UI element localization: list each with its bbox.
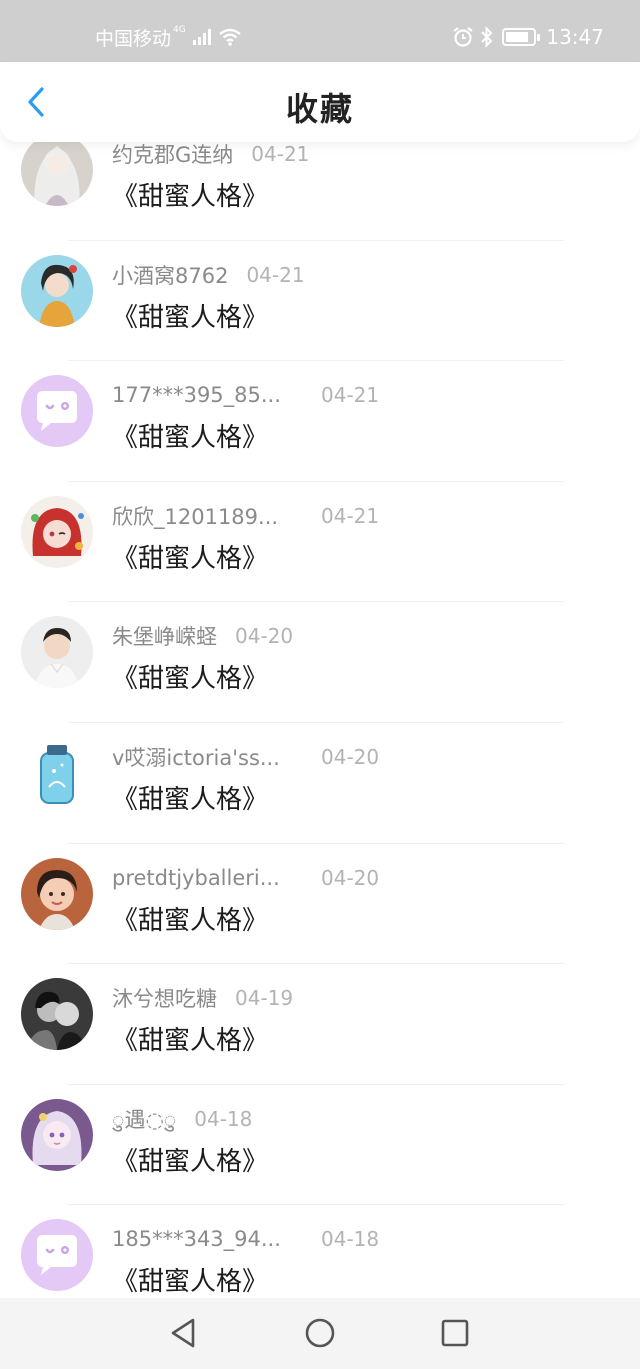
book-title[interactable]: 《甜蜜人格》 bbox=[112, 1261, 268, 1298]
item-meta: 177***395_85... bbox=[112, 379, 281, 411]
user-name: 沐兮想吃糖 bbox=[112, 987, 217, 1012]
book-title[interactable]: 《甜蜜人格》 bbox=[112, 658, 268, 695]
favorite-date: 04-21 bbox=[321, 503, 380, 528]
favorite-date: 04-21 bbox=[251, 142, 310, 166]
avatar[interactable] bbox=[21, 142, 93, 206]
nav-home-button[interactable] bbox=[302, 1315, 338, 1351]
favorite-date: 04-20 bbox=[235, 624, 294, 649]
favorite-date: 04-19 bbox=[235, 986, 294, 1011]
item-meta: 沐兮想吃糖 04-19 bbox=[112, 982, 293, 1014]
favorite-date: 04-20 bbox=[321, 744, 380, 769]
item-meta: 欣欣_1201189... bbox=[112, 500, 278, 532]
favorite-date: 04-18 bbox=[194, 1106, 253, 1131]
favorite-item[interactable]: 04-20 v哎溺ictoria'ss... 《甜蜜人格》 bbox=[0, 723, 640, 844]
item-meta: 185***343_94... bbox=[112, 1223, 281, 1255]
network-label: 4G bbox=[173, 25, 186, 35]
system-nav-bar bbox=[0, 1298, 640, 1369]
header-bar: 收藏 bbox=[0, 62, 640, 142]
alarm-icon bbox=[452, 26, 474, 48]
user-name: 欣欣_1201189... bbox=[112, 504, 279, 529]
user-name: pretdtjyballeri... bbox=[112, 865, 280, 890]
status-left: 中国移动 4G bbox=[95, 22, 242, 52]
user-name: 约克郡G连纳 bbox=[112, 143, 234, 167]
book-title[interactable]: 《甜蜜人格》 bbox=[112, 297, 268, 334]
book-title[interactable]: 《甜蜜人格》 bbox=[112, 538, 268, 575]
avatar[interactable] bbox=[21, 375, 93, 448]
status-right: 13:47 bbox=[446, 22, 604, 52]
favorite-date: 04-18 bbox=[321, 1227, 380, 1252]
item-meta: 小酒窝8762 04-21 bbox=[112, 259, 305, 291]
favorite-item[interactable]: 朱堡峥嵘蛏 04-20 《甜蜜人格》 bbox=[0, 602, 640, 723]
avatar[interactable] bbox=[21, 978, 93, 1051]
book-title[interactable]: 《甜蜜人格》 bbox=[112, 417, 268, 454]
favorite-item[interactable]: 04-21 欣欣_1201189... 《甜蜜人格》 bbox=[0, 482, 640, 603]
battery-level bbox=[506, 32, 529, 42]
avatar[interactable] bbox=[21, 616, 93, 689]
battery-icon bbox=[502, 28, 541, 46]
item-meta: pretdtjyballeri... bbox=[112, 862, 280, 894]
wifi-icon bbox=[218, 28, 242, 46]
book-title[interactable]: 《甜蜜人格》 bbox=[112, 1020, 268, 1057]
bluetooth-icon bbox=[480, 26, 494, 48]
carrier-label: 中国移动 bbox=[95, 27, 172, 50]
avatar[interactable] bbox=[21, 1219, 93, 1292]
item-meta: 约克郡G连纳 04-21 bbox=[112, 142, 309, 170]
favorite-item[interactable]: 沐兮想吃糖 04-19 《甜蜜人格》 bbox=[0, 964, 640, 1085]
avatar[interactable] bbox=[21, 1098, 93, 1171]
favorites-list[interactable]: 约克郡G连纳 04-21 《甜蜜人格》 小酒窝8762 04-21 《甜蜜人格》 04-21… bbox=[0, 142, 640, 1298]
item-meta: ◌ु遇◌ु 04-18 bbox=[112, 1103, 252, 1135]
favorite-item[interactable]: 04-18 185***343_94... 《甜蜜人格》 bbox=[0, 1205, 640, 1298]
user-name: 185***343_94... bbox=[112, 1227, 281, 1252]
signal-icon bbox=[192, 28, 212, 46]
favorite-item[interactable]: 04-20 pretdtjyballeri... 《甜蜜人格》 bbox=[0, 844, 640, 965]
favorite-item[interactable]: 小酒窝8762 04-21 《甜蜜人格》 bbox=[0, 241, 640, 362]
book-title[interactable]: 《甜蜜人格》 bbox=[112, 900, 268, 937]
favorite-item[interactable]: 04-21 177***395_85... 《甜蜜人格》 bbox=[0, 361, 640, 482]
item-meta: v哎溺ictoria'ss... bbox=[112, 741, 280, 773]
favorite-item[interactable]: 约克郡G连纳 04-21 《甜蜜人格》 bbox=[0, 142, 640, 241]
favorite-date: 04-21 bbox=[321, 383, 380, 408]
book-title[interactable]: 《甜蜜人格》 bbox=[112, 1141, 268, 1178]
nav-recents-button[interactable] bbox=[437, 1315, 473, 1351]
favorite-date: 04-20 bbox=[321, 865, 380, 890]
avatar[interactable] bbox=[21, 495, 93, 568]
avatar[interactable] bbox=[21, 254, 93, 327]
page-title: 收藏 bbox=[285, 90, 354, 128]
book-title[interactable]: 《甜蜜人格》 bbox=[112, 779, 268, 816]
home-circle-icon bbox=[305, 1318, 335, 1348]
recents-square-icon bbox=[441, 1319, 469, 1347]
user-name: 朱堡峥嵘蛏 bbox=[112, 625, 217, 650]
favorites-list-inner: 约克郡G连纳 04-21 《甜蜜人格》 小酒窝8762 04-21 《甜蜜人格》 04-21… bbox=[0, 142, 640, 1298]
favorite-date: 04-21 bbox=[246, 262, 305, 287]
favorite-item[interactable]: ◌ु遇◌ु 04-18 《甜蜜人格》 bbox=[0, 1085, 640, 1206]
user-name: ◌ु遇◌ु bbox=[112, 1107, 177, 1132]
nav-back-button[interactable] bbox=[165, 1315, 201, 1351]
book-title[interactable]: 《甜蜜人格》 bbox=[112, 176, 268, 213]
avatar[interactable] bbox=[21, 857, 93, 930]
user-name: 小酒窝8762 bbox=[112, 263, 229, 288]
back-triangle-icon bbox=[171, 1318, 195, 1348]
clock: 13:47 bbox=[546, 25, 604, 49]
item-meta: 朱堡峥嵘蛏 04-20 bbox=[112, 620, 293, 652]
avatar[interactable] bbox=[21, 736, 93, 809]
status-bar: 中国移动 4G 13:47 bbox=[0, 0, 640, 62]
user-name: 177***395_85... bbox=[112, 383, 281, 408]
user-name: v哎溺ictoria'ss... bbox=[112, 745, 280, 770]
